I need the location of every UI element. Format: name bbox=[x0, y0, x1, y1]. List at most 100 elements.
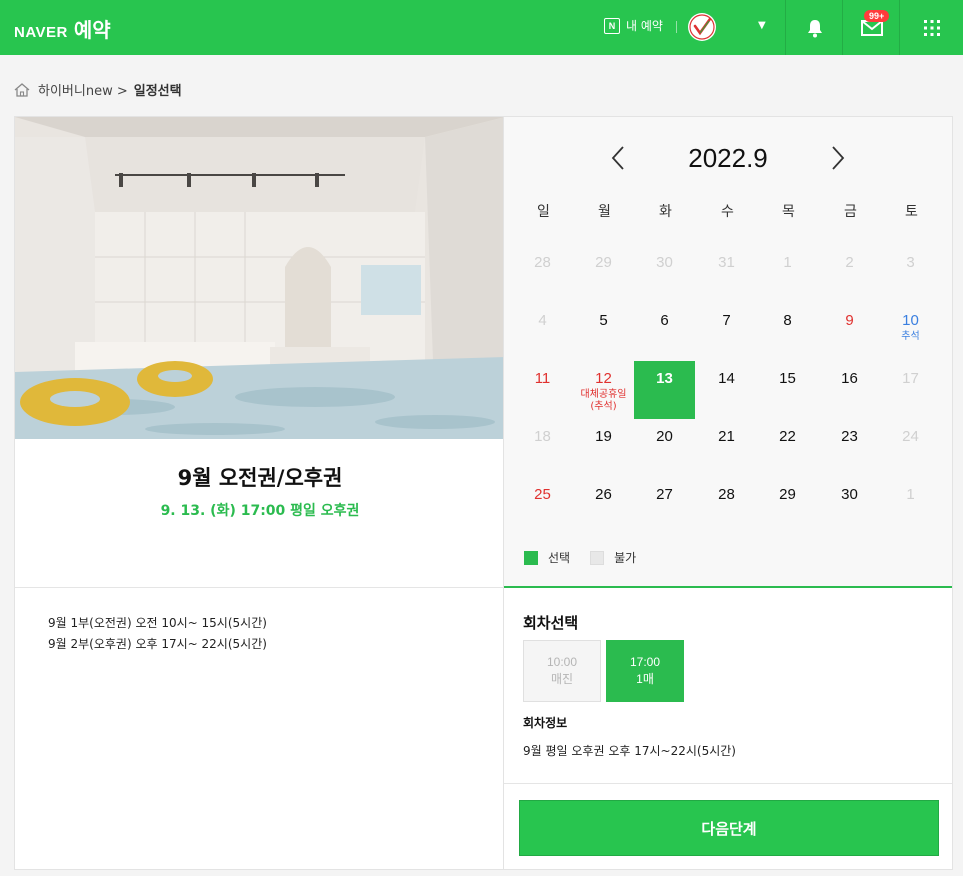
slot-status: 1매 bbox=[636, 672, 654, 686]
calendar-day[interactable]: 11 bbox=[512, 361, 573, 419]
calendar-day: 3 bbox=[880, 245, 941, 303]
divider bbox=[676, 21, 677, 33]
next-month-button[interactable] bbox=[824, 143, 852, 173]
calendar-day[interactable]: 25 bbox=[512, 477, 573, 535]
apps-menu-button[interactable] bbox=[899, 0, 963, 55]
day-number: 13 bbox=[656, 370, 673, 387]
breadcrumb-current: 일정선택 bbox=[133, 84, 182, 99]
day-number: 4 bbox=[538, 312, 547, 329]
day-number: 29 bbox=[779, 486, 796, 503]
calendar-day: 4 bbox=[512, 303, 573, 361]
calendar-day[interactable]: 6 bbox=[634, 303, 695, 361]
chevron-left-icon bbox=[611, 146, 624, 170]
mail-count-badge: 99+ bbox=[864, 10, 890, 22]
home-icon[interactable] bbox=[14, 82, 30, 97]
calendar-day[interactable]: 23 bbox=[819, 419, 880, 477]
calendar-day: 2 bbox=[819, 245, 880, 303]
day-number: 2 bbox=[845, 254, 854, 271]
calendar-day[interactable]: 26 bbox=[573, 477, 634, 535]
calendar: 2022.9 선택 불가 일 월 화 수 목 금 토 28 29 30 31 1 2 3 4 5 6 7 8 9 10 추… bbox=[504, 117, 952, 588]
day-number: 11 bbox=[534, 370, 551, 387]
calendar-day[interactable]: 7 bbox=[696, 303, 757, 361]
apps-grid-icon bbox=[923, 19, 940, 36]
calendar-day[interactable]: 21 bbox=[696, 419, 757, 477]
calendar-legend: 선택 불가 bbox=[524, 549, 636, 566]
day-number: 1 bbox=[906, 486, 915, 503]
day-number: 28 bbox=[534, 254, 551, 271]
day-number: 25 bbox=[534, 486, 551, 503]
day-number: 21 bbox=[718, 428, 735, 445]
legend-unavailable-label: 불가 bbox=[614, 551, 637, 565]
calendar-day[interactable]: 8 bbox=[757, 303, 818, 361]
calendar-day: 28 bbox=[512, 245, 573, 303]
calendar-day[interactable]: 29 bbox=[757, 477, 818, 535]
calendar-day[interactable]: 9 bbox=[819, 303, 880, 361]
holiday-note: 추석 bbox=[901, 331, 920, 342]
naver-booking-logo[interactable]: NAVER 예약 bbox=[14, 14, 111, 43]
calendar-day[interactable]: 19 bbox=[573, 419, 634, 477]
weekday-header: 월 bbox=[598, 204, 611, 220]
time-slot-selected[interactable]: 17:00 1매 bbox=[606, 640, 684, 702]
day-number: 7 bbox=[722, 312, 731, 329]
day-number: 9 bbox=[845, 312, 854, 329]
chevron-down-icon[interactable]: ▼ bbox=[758, 20, 766, 31]
calendar-day[interactable]: 15 bbox=[757, 361, 818, 419]
calendar-day[interactable]: 30 bbox=[819, 477, 880, 535]
weekday-header: 금 bbox=[844, 204, 857, 220]
calendar-day: 17 bbox=[880, 361, 941, 419]
legend-selected-label: 선택 bbox=[548, 551, 571, 565]
calendar-day[interactable]: 22 bbox=[757, 419, 818, 477]
slot-status: 매진 bbox=[550, 672, 574, 686]
prev-month-button[interactable] bbox=[604, 143, 632, 173]
round-info-title: 회차정보 bbox=[523, 716, 568, 730]
weekday-header: 화 bbox=[659, 204, 672, 220]
brand-name: NAVER bbox=[14, 24, 68, 41]
weekday-header: 수 bbox=[721, 204, 734, 220]
weekday-header: 목 bbox=[782, 204, 795, 220]
product-panel: 9월 오전권/오후권 9. 13. (화) 17:00 평일 오후권 9월 1부… bbox=[14, 116, 505, 870]
day-number: 8 bbox=[783, 312, 792, 329]
day-number: 22 bbox=[779, 428, 796, 445]
notifications-button[interactable] bbox=[785, 0, 843, 55]
calendar-day: 1 bbox=[880, 477, 941, 535]
my-reservation-label: 내 예약 bbox=[626, 19, 663, 33]
calendar-day: 24 bbox=[880, 419, 941, 477]
chevron-right-icon bbox=[832, 146, 845, 170]
round-selection-title: 회차선택 bbox=[523, 614, 579, 632]
calendar-day[interactable]: 12 대체공휴일 (추석) bbox=[573, 361, 634, 419]
day-number: 15 bbox=[779, 370, 796, 387]
calendar-day[interactable]: 16 bbox=[819, 361, 880, 419]
holiday-note: 대체공휴일 (추석) bbox=[580, 389, 627, 412]
messages-button[interactable] bbox=[842, 0, 900, 55]
calendar-n-icon: N bbox=[604, 17, 620, 34]
calendar-day[interactable]: 27 bbox=[634, 477, 695, 535]
service-name: 예약 bbox=[73, 18, 111, 42]
calendar-day[interactable]: 14 bbox=[696, 361, 757, 419]
slot-time: 17:00 bbox=[629, 655, 661, 669]
my-reservation-link[interactable]: N 내 예약 bbox=[604, 17, 663, 34]
time-slot-soldout: 10:00 매진 bbox=[523, 640, 601, 702]
day-number: 24 bbox=[902, 428, 919, 445]
selected-swatch bbox=[524, 550, 538, 565]
breadcrumb: 하이버니new > 일정선택 bbox=[14, 80, 182, 99]
avatar[interactable] bbox=[688, 13, 716, 41]
day-number: 28 bbox=[718, 486, 735, 503]
product-title: 9월 오전권/오후권 bbox=[177, 466, 343, 490]
next-step-button[interactable]: 다음단계 bbox=[519, 800, 939, 856]
breadcrumb-shop-link[interactable]: 하이버니new > bbox=[38, 80, 128, 99]
day-number: 12 bbox=[595, 370, 612, 387]
calendar-day[interactable]: 28 bbox=[696, 477, 757, 535]
calendar-day[interactable]: 5 bbox=[573, 303, 634, 361]
day-number: 18 bbox=[534, 428, 551, 445]
product-photo bbox=[15, 117, 505, 439]
divider bbox=[504, 783, 952, 784]
calendar-day-selected[interactable]: 13 bbox=[634, 361, 695, 419]
calendar-day[interactable]: 10 추석 bbox=[880, 303, 941, 361]
day-number: 30 bbox=[841, 486, 858, 503]
calendar-month-label: 2022.9 bbox=[688, 143, 768, 173]
calendar-day[interactable]: 20 bbox=[634, 419, 695, 477]
round-info-text: 9월 평일 오후권 오후 17시~22시(5시간) bbox=[523, 744, 736, 758]
day-number: 1 bbox=[783, 254, 792, 271]
day-number: 14 bbox=[718, 370, 735, 387]
weekday-header: 일 bbox=[537, 204, 550, 220]
